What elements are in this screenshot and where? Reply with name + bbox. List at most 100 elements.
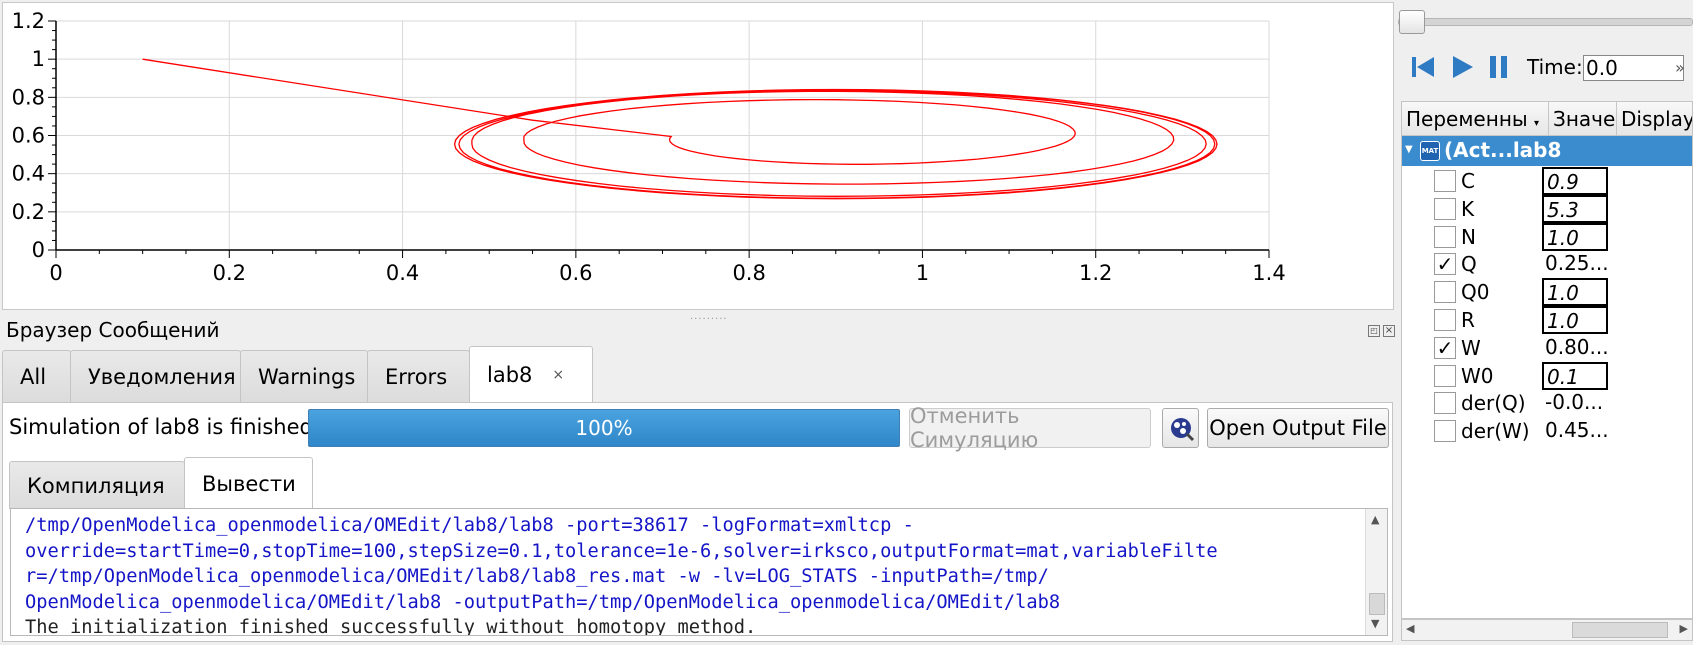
output-line: override=startTime=0,stopTime=100,stepSi… xyxy=(25,540,1218,562)
variable-name: der(W) xyxy=(1461,419,1530,444)
variable-value: -0.0... xyxy=(1545,390,1604,415)
variable-row[interactable]: N 1.0 xyxy=(1402,222,1692,252)
tab-close-icon[interactable]: × xyxy=(552,367,564,383)
variable-name: C xyxy=(1461,169,1475,193)
plot-checkbox[interactable] xyxy=(1434,281,1456,304)
float-icon[interactable]: ◰ xyxy=(1368,325,1380,337)
x-tick-label: 0.6 xyxy=(559,261,592,285)
tab-all[interactable]: All xyxy=(2,350,71,402)
plot-checkbox[interactable] xyxy=(1434,420,1456,443)
tab-warnings[interactable]: Warnings xyxy=(240,350,368,402)
header-label: Переменны xyxy=(1406,107,1528,131)
tab-compilation[interactable]: Компиляция xyxy=(9,461,185,509)
variable-value[interactable]: 1.0 xyxy=(1542,222,1608,251)
variables-tree[interactable]: Переменны ▾ Значе Display ▼ MAT (Act...l… xyxy=(1401,101,1693,619)
header-label: Значе xyxy=(1553,107,1616,131)
plot-panel[interactable]: 0 0.2 0.4 0.6 0.8 1 1.2 1.4 0 0.2 0.4 0.6 0.8 1 1.2 xyxy=(2,2,1394,310)
time-slider-handle[interactable] xyxy=(1399,10,1425,34)
plot-checkbox[interactable] xyxy=(1434,309,1456,331)
output-line: r=/tmp/OpenModelica_openmodelica/OMEdit/… xyxy=(25,566,1049,587)
close-icon[interactable]: × xyxy=(1383,325,1395,337)
variable-value[interactable]: 1.0 xyxy=(1542,306,1608,334)
scroll-right-icon[interactable]: ▶ xyxy=(1680,622,1688,635)
tab-errors[interactable]: Errors xyxy=(367,350,470,402)
tab-label: Warnings xyxy=(258,364,356,389)
y-tick-label: 0.8 xyxy=(12,85,45,109)
plot-checkbox[interactable] xyxy=(1434,225,1456,248)
omedit-window: 0 0.2 0.4 0.6 0.8 1 1.2 1.4 0 0.2 0.4 0.6 0.8 1 1.2 ..… xyxy=(0,0,1693,645)
y-tick-label: 0.6 xyxy=(12,124,45,148)
variable-row[interactable]: C 0.9 xyxy=(1402,166,1692,196)
plot-checkbox[interactable]: ✓ xyxy=(1434,336,1456,359)
tab-label: All xyxy=(20,364,47,389)
column-header-variable[interactable]: Переменны ▾ xyxy=(1402,102,1549,136)
x-tick-label: 1.2 xyxy=(1079,261,1112,285)
tree-root-item[interactable]: ▼ MAT (Act...lab8 xyxy=(1402,136,1692,166)
header-label: Display xyxy=(1621,107,1693,131)
splitter-handle[interactable]: ......... xyxy=(690,311,728,322)
plot-checkbox[interactable]: ✓ xyxy=(1434,253,1456,276)
variable-row[interactable]: Q0 1.0 xyxy=(1402,277,1692,307)
variable-value: 0.45... xyxy=(1545,418,1609,443)
expand-icon[interactable]: ▼ xyxy=(1405,144,1413,155)
rewind-icon[interactable] xyxy=(1409,53,1437,81)
tab-label: Компиляция xyxy=(27,473,165,498)
variable-row[interactable]: R 1.0 xyxy=(1402,305,1692,335)
variable-name: Q0 xyxy=(1461,280,1490,305)
scroll-thumb[interactable] xyxy=(1572,622,1668,638)
cancel-simulation-button[interactable]: Отменить Симуляцию xyxy=(909,404,1151,452)
plot-checkbox[interactable] xyxy=(1434,170,1456,192)
open-output-file-button[interactable]: Open Output File xyxy=(1207,408,1389,448)
variable-value[interactable]: 1.0 xyxy=(1542,278,1608,307)
variable-row[interactable]: W0 0.1 xyxy=(1402,361,1692,391)
debugger-button[interactable] xyxy=(1162,408,1199,448)
tab-label: Вывести xyxy=(202,471,296,496)
column-header-value[interactable]: Значе xyxy=(1549,102,1617,136)
output-log[interactable]: /tmp/OpenModelica_openmodelica/OMEdit/la… xyxy=(10,508,1388,636)
pause-icon[interactable] xyxy=(1485,53,1513,81)
tree-horizontal-scrollbar[interactable]: ◀ ▶ xyxy=(1401,619,1693,641)
phase-plot[interactable]: 0 0.2 0.4 0.6 0.8 1 1.2 1.4 0 0.2 0.4 0.6 0.8 1 1.2 xyxy=(3,3,1393,309)
scroll-left-icon[interactable]: ◀ xyxy=(1406,622,1414,635)
trajectory-line xyxy=(142,58,1218,200)
variable-value[interactable]: 0.9 xyxy=(1542,167,1608,195)
variable-name: N xyxy=(1461,224,1476,249)
y-tick-label: 1.2 xyxy=(12,9,45,33)
variable-row[interactable]: K 5.3 xyxy=(1402,194,1692,224)
variable-name: Q xyxy=(1461,252,1477,277)
scroll-thumb[interactable] xyxy=(1369,593,1385,615)
time-slider[interactable] xyxy=(1398,18,1693,26)
tree-root-label: (Act...lab8 xyxy=(1444,138,1562,162)
tab-output[interactable]: Вывести xyxy=(184,457,313,509)
tab-label: Errors xyxy=(385,364,448,389)
tab-label: lab8 xyxy=(487,362,533,387)
time-input[interactable]: 0.0 xyxy=(1583,55,1684,81)
variable-row[interactable]: ✓ Q 0.25... xyxy=(1402,249,1692,279)
variable-row[interactable]: der(Q) -0.0... xyxy=(1402,388,1692,418)
tab-lab8[interactable]: lab8 × xyxy=(469,346,593,402)
output-line: /tmp/OpenModelica_openmodelica/OMEdit/la… xyxy=(25,515,914,536)
column-header-display[interactable]: Display xyxy=(1617,102,1693,136)
play-icon[interactable] xyxy=(1448,53,1476,81)
scroll-down-icon[interactable]: ▼ xyxy=(1371,617,1379,630)
more-icon[interactable]: » xyxy=(1675,58,1685,77)
plot-checkbox[interactable] xyxy=(1434,197,1456,220)
progress-text: 100% xyxy=(575,416,633,440)
plot-checkbox[interactable] xyxy=(1434,364,1456,387)
output-line: The initialization finished successfully… xyxy=(25,617,757,636)
scroll-up-icon[interactable]: ▲ xyxy=(1371,513,1379,526)
variable-row[interactable]: der(W) 0.45... xyxy=(1402,416,1692,446)
x-tick-label: 0 xyxy=(49,261,62,285)
tab-notifications[interactable]: Уведомления xyxy=(70,350,241,402)
variable-value[interactable]: 5.3 xyxy=(1542,194,1608,223)
variable-name: K xyxy=(1461,196,1475,221)
output-subtabs: Компиляция Вывести xyxy=(9,457,313,509)
variable-row[interactable]: ✓ W 0.80... xyxy=(1402,333,1692,363)
variable-value[interactable]: 0.1 xyxy=(1542,361,1608,390)
y-tick-label: 1 xyxy=(32,47,45,71)
output-text: /tmp/OpenModelica_openmodelica/OMEdit/la… xyxy=(25,513,1365,636)
output-scrollbar[interactable]: ▲ ▼ xyxy=(1365,509,1387,635)
plot-checkbox[interactable] xyxy=(1434,392,1456,415)
progress-bar: 100% xyxy=(308,409,900,447)
simulation-status: Simulation of lab8 is finished. xyxy=(9,415,320,439)
